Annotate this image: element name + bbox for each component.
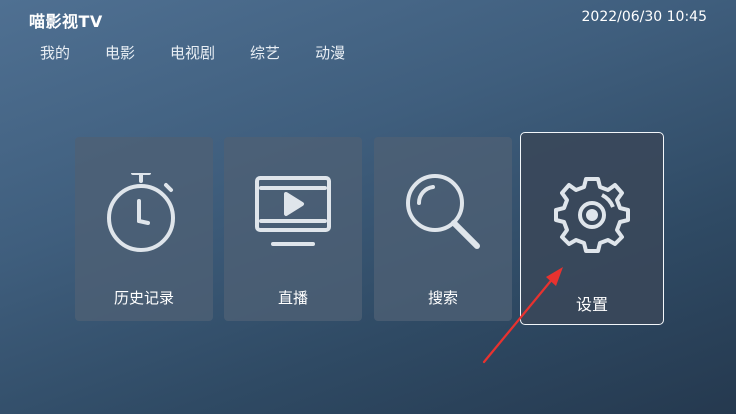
tab-anime[interactable]: 动漫 (315, 43, 345, 63)
history-label: 历史记录 (113, 289, 174, 307)
stopwatch-icon (75, 173, 213, 253)
search-icon (374, 173, 512, 253)
live-label: 直播 (277, 289, 308, 307)
search-label: 搜索 (427, 289, 458, 307)
tab-variety[interactable]: 综艺 (250, 43, 280, 63)
live-tile[interactable]: 直播 (224, 137, 362, 321)
tab-movies[interactable]: 电影 (105, 43, 135, 63)
search-tile[interactable]: 搜索 (374, 137, 512, 321)
gear-icon (521, 173, 663, 253)
app-title: 喵影视TV (29, 12, 103, 31)
tab-mine[interactable]: 我的 (40, 43, 70, 63)
category-nav: 我的 电影 电视剧 综艺 动漫 (40, 43, 345, 63)
clock: 2022/06/30 10:45 (581, 9, 708, 25)
settings-label: 设置 (575, 295, 608, 314)
tv-play-icon (224, 173, 362, 253)
tab-tv-series[interactable]: 电视剧 (170, 43, 215, 63)
settings-tile[interactable]: 设置 (520, 132, 664, 325)
history-tile[interactable]: 历史记录 (75, 137, 213, 321)
